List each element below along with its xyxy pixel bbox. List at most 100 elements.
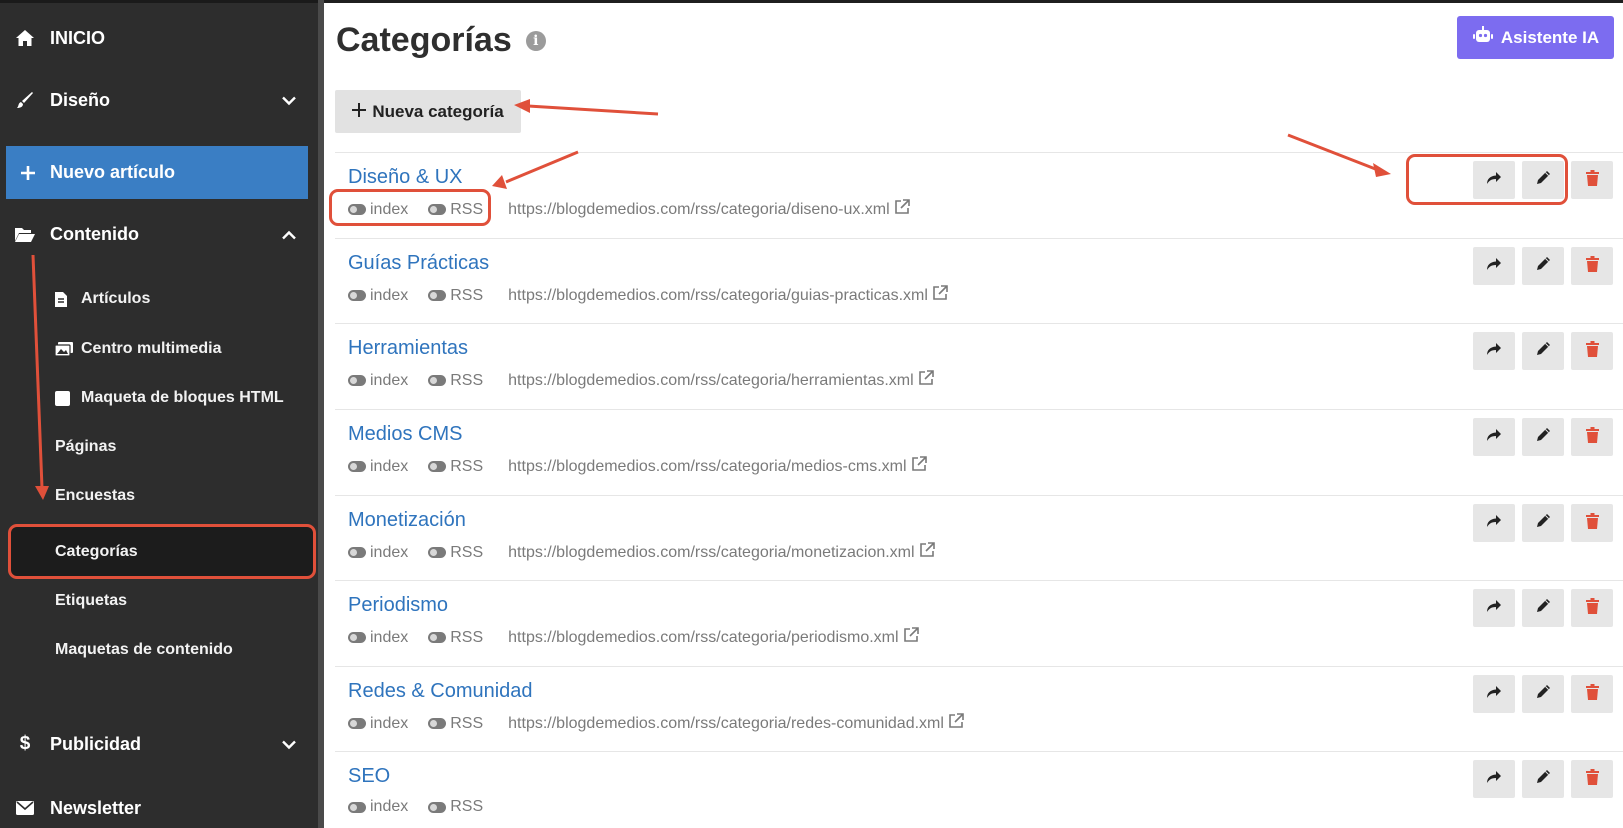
- sidebar-item-publicidad[interactable]: $ Publicidad: [0, 727, 318, 761]
- category-actions: [1473, 418, 1613, 456]
- rss-url-link[interactable]: https://blogdemedios.com/rss/categoria/r…: [508, 713, 964, 734]
- external-link-icon: [948, 713, 964, 734]
- toggle-icon: [428, 801, 447, 813]
- index-toggle[interactable]: index: [348, 798, 408, 816]
- sidebar-item-centro-multimedia[interactable]: Centro multimedia: [55, 337, 221, 361]
- share-icon: [1486, 514, 1502, 533]
- rss-toggle[interactable]: RSS: [428, 798, 483, 816]
- share-icon: [1486, 599, 1502, 618]
- edit-button[interactable]: [1522, 504, 1564, 542]
- rss-url-link[interactable]: https://blogdemedios.com/rss/categoria/m…: [508, 542, 935, 563]
- edit-button[interactable]: [1522, 247, 1564, 285]
- rss-toggle[interactable]: RSS: [428, 458, 483, 476]
- delete-button[interactable]: [1571, 589, 1613, 627]
- category-actions: [1473, 247, 1613, 285]
- rss-url-link[interactable]: https://blogdemedios.com/rss/categoria/d…: [508, 199, 910, 220]
- info-icon[interactable]: i: [525, 30, 546, 51]
- sidebar-item-etiquetas[interactable]: Etiquetas: [55, 589, 127, 613]
- share-icon: [1486, 770, 1502, 789]
- category-row: SEO index RSS: [335, 751, 1623, 828]
- toggle-icon: [348, 718, 366, 729]
- delete-button[interactable]: [1571, 760, 1613, 798]
- rss-toggle-label: RSS: [450, 286, 484, 304]
- category-actions: [1473, 504, 1613, 542]
- delete-button[interactable]: [1571, 332, 1613, 370]
- edit-button[interactable]: [1522, 589, 1564, 627]
- share-button[interactable]: [1473, 675, 1515, 713]
- rss-toggle[interactable]: RSS: [428, 287, 483, 305]
- delete-button[interactable]: [1571, 247, 1613, 285]
- index-toggle-label: index: [370, 543, 409, 561]
- rss-url-link[interactable]: https://blogdemedios.com/rss/categoria/m…: [508, 456, 927, 477]
- index-toggle[interactable]: index: [348, 458, 408, 476]
- share-button[interactable]: [1473, 418, 1515, 456]
- trash-icon: [1585, 426, 1599, 448]
- sidebar-item-maquetas-contenido[interactable]: Maquetas de contenido: [55, 638, 233, 662]
- square-icon: [55, 390, 81, 406]
- sidebar-item-maqueta-bloques[interactable]: Maqueta de bloques HTML: [55, 386, 284, 410]
- category-name-link[interactable]: Medios CMS: [348, 423, 462, 446]
- category-actions: [1473, 675, 1613, 713]
- toggle-icon: [428, 461, 447, 472]
- share-button[interactable]: [1473, 247, 1515, 285]
- delete-button[interactable]: [1571, 504, 1613, 542]
- images-icon: [55, 341, 81, 357]
- rss-url-link[interactable]: https://blogdemedios.com/rss/categoria/p…: [508, 627, 919, 648]
- rss-toggle[interactable]: RSS: [428, 629, 483, 647]
- edit-button[interactable]: [1522, 675, 1564, 713]
- delete-button[interactable]: [1571, 161, 1613, 199]
- sidebar-item-inicio[interactable]: INICIO: [0, 21, 318, 55]
- index-toggle[interactable]: index: [348, 287, 408, 305]
- edit-button[interactable]: [1522, 760, 1564, 798]
- sidebar-item-encuestas[interactable]: Encuestas: [55, 484, 135, 508]
- share-button[interactable]: [1473, 504, 1515, 542]
- category-meta: index RSS: [348, 798, 503, 816]
- index-toggle[interactable]: index: [348, 372, 408, 390]
- category-name-link[interactable]: SEO: [348, 765, 390, 788]
- sidebar-item-contenido[interactable]: Contenido: [0, 217, 318, 251]
- index-toggle[interactable]: index: [348, 629, 408, 647]
- sidebar-item-newsletter[interactable]: Newsletter: [0, 791, 318, 825]
- sidebar-item-label: Artículos: [81, 290, 151, 307]
- dollar-icon: $: [19, 733, 31, 754]
- sidebar-item-label: Encuestas: [55, 487, 136, 504]
- new-category-button[interactable]: Nueva categoría: [335, 90, 521, 133]
- delete-button[interactable]: [1571, 418, 1613, 456]
- share-button[interactable]: [1473, 760, 1515, 798]
- sidebar-item-paginas[interactable]: Páginas: [55, 435, 116, 459]
- share-button[interactable]: [1473, 332, 1515, 370]
- pencil-icon: [1536, 684, 1551, 704]
- rss-toggle[interactable]: RSS: [428, 544, 483, 562]
- category-name-link[interactable]: Diseño & UX: [348, 166, 463, 189]
- annotation-actions-highlight: [1406, 154, 1568, 205]
- index-toggle[interactable]: index: [348, 715, 408, 733]
- category-name-link[interactable]: Monetización: [348, 509, 466, 532]
- rss-url-text: https://blogdemedios.com/rss/categoria/h…: [508, 371, 914, 389]
- category-meta: index RSS https://blogdemedios.com/rss/cat…: [348, 713, 964, 734]
- toggle-icon: [348, 547, 366, 558]
- toggle-icon: [348, 461, 366, 472]
- edit-button[interactable]: [1522, 418, 1564, 456]
- sidebar-item-categorias[interactable]: Categorías: [55, 540, 138, 564]
- rss-url-link[interactable]: https://blogdemedios.com/rss/categoria/h…: [508, 370, 934, 391]
- category-name-link[interactable]: Herramientas: [348, 337, 468, 360]
- rss-url-text: https://blogdemedios.com/rss/categoria/g…: [508, 286, 928, 304]
- robot-icon: [1472, 26, 1494, 49]
- category-name-link[interactable]: Guías Prácticas: [348, 252, 489, 275]
- rss-url-link[interactable]: https://blogdemedios.com/rss/categoria/g…: [508, 285, 948, 306]
- index-toggle[interactable]: index: [348, 544, 408, 562]
- ai-assistant-button[interactable]: Asistente IA: [1457, 16, 1614, 59]
- category-name-link[interactable]: Redes & Comunidad: [348, 680, 533, 703]
- delete-button[interactable]: [1571, 675, 1613, 713]
- toggle-icon: [348, 290, 366, 301]
- share-button[interactable]: [1473, 589, 1515, 627]
- rss-toggle[interactable]: RSS: [428, 372, 483, 390]
- chevron-up-icon: [282, 224, 296, 245]
- annotation-toggles-highlight: [329, 189, 491, 226]
- edit-button[interactable]: [1522, 332, 1564, 370]
- sidebar-item-articulos[interactable]: Artículos: [55, 287, 150, 311]
- sidebar-item-diseno[interactable]: Diseño: [0, 83, 318, 117]
- new-article-button[interactable]: Nuevo artículo: [6, 146, 308, 199]
- rss-toggle[interactable]: RSS: [428, 715, 483, 733]
- category-name-link[interactable]: Periodismo: [348, 594, 448, 617]
